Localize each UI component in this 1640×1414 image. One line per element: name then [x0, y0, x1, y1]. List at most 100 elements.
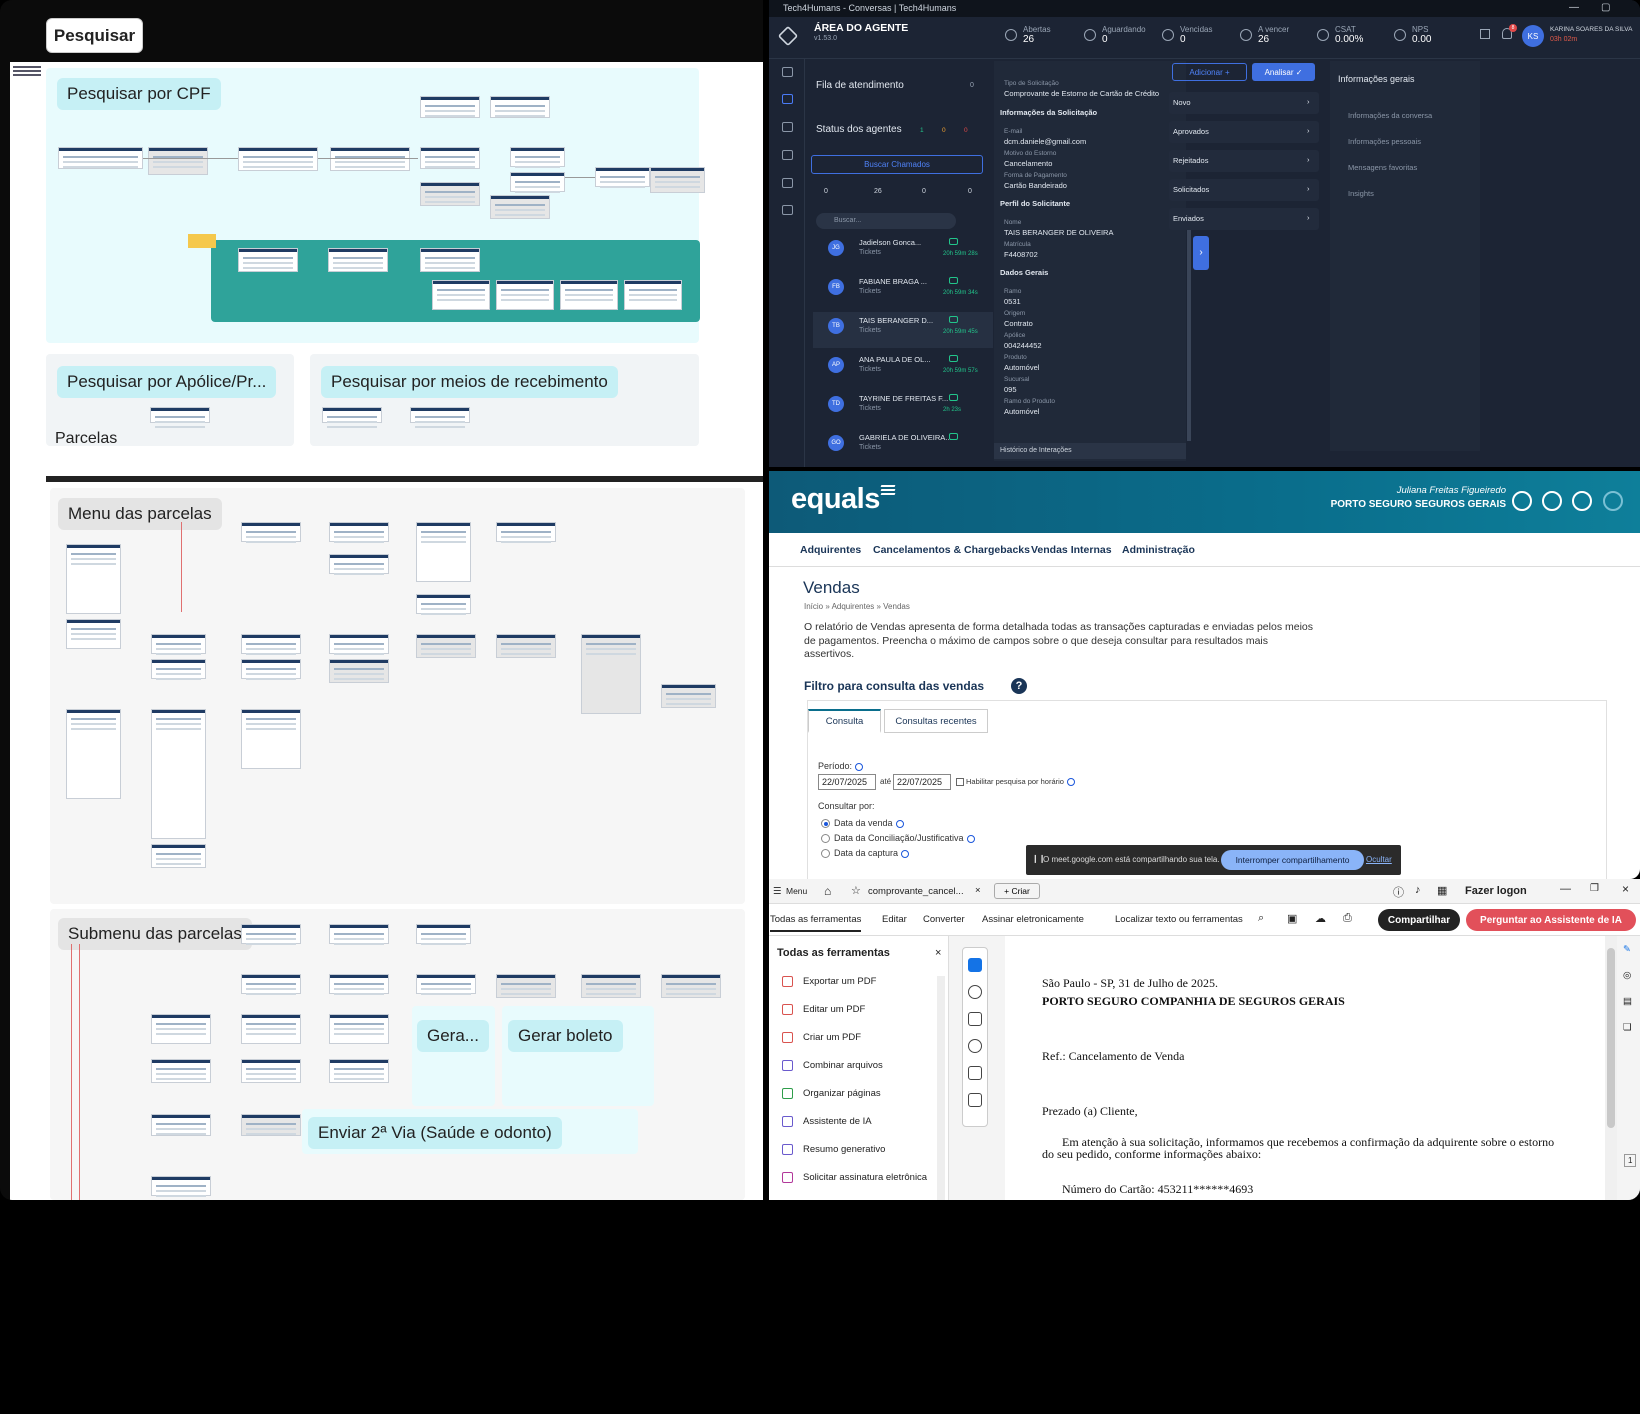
- search-icon[interactable]: ⌕: [1258, 912, 1264, 925]
- flow-screen[interactable]: [151, 1059, 211, 1083]
- flow-screen[interactable]: [420, 248, 480, 272]
- buscar-chamados-button[interactable]: Buscar Chamados: [811, 155, 983, 174]
- apps-icon[interactable]: ▦: [1437, 884, 1447, 897]
- inbox-icon[interactable]: [782, 122, 793, 132]
- whiteboard-lower[interactable]: Menu das parcelas Submenu das parcelas G…: [46, 484, 763, 1200]
- bookmark-icon[interactable]: [782, 205, 793, 215]
- info-item-pessoais[interactable]: Informações pessoais: [1348, 137, 1421, 146]
- ai-assistant-button[interactable]: Perguntar ao Assistente de IA: [1466, 909, 1636, 931]
- radio-data-venda[interactable]: [821, 819, 830, 828]
- home-icon[interactable]: [782, 67, 793, 77]
- flow-screen[interactable]: [241, 659, 301, 679]
- edit-icon[interactable]: ✎: [1623, 944, 1631, 955]
- label-pesquisar-meios[interactable]: Pesquisar por meios de recebimento: [321, 366, 618, 398]
- print-icon[interactable]: ⎙: [1343, 912, 1352, 925]
- find-tools-input[interactable]: Localizar texto ou ferramentas: [1115, 914, 1243, 925]
- info-icon[interactable]: [855, 762, 864, 771]
- minimize-icon[interactable]: —: [1560, 883, 1571, 895]
- help-icon[interactable]: ?: [1011, 678, 1027, 694]
- flow-screen[interactable]: [241, 1059, 301, 1083]
- flow-screen[interactable]: [238, 147, 318, 171]
- restore-icon[interactable]: ▢: [1601, 2, 1610, 13]
- hide-share-link[interactable]: Ocultar: [1366, 855, 1392, 864]
- tool-item[interactable]: Resumo generativo: [782, 1144, 885, 1155]
- login-button[interactable]: Fazer logon: [1465, 885, 1527, 897]
- menu-button[interactable]: Menu: [786, 886, 807, 896]
- flow-screen[interactable]: [496, 974, 556, 998]
- info-icon[interactable]: [966, 834, 975, 843]
- flow-screen[interactable]: [151, 709, 206, 839]
- flow-screen[interactable]: [241, 1114, 301, 1136]
- tab-consultas-recentes[interactable]: Consultas recentes: [884, 709, 988, 733]
- tab-todas-ferramentas[interactable]: Todas as ferramentas: [770, 914, 862, 932]
- hamburger-icon[interactable]: ☰: [773, 886, 782, 897]
- equals-logo[interactable]: equals: [791, 483, 880, 516]
- flow-screen[interactable]: [322, 407, 382, 423]
- contacts-icon[interactable]: [782, 150, 793, 160]
- flow-screen[interactable]: [416, 924, 471, 944]
- label-enviar-2via[interactable]: Enviar 2ª Via (Saúde e odonto): [308, 1117, 562, 1149]
- flow-screen[interactable]: [490, 195, 550, 219]
- help-icon[interactable]: ⓘ: [1393, 884, 1404, 900]
- flow-screen[interactable]: [329, 1059, 389, 1083]
- dados-heading[interactable]: Dados Gerais: [1000, 268, 1048, 277]
- flow-screen[interactable]: [151, 1176, 211, 1196]
- tool-item[interactable]: Organizar páginas: [782, 1088, 881, 1099]
- tab-converter[interactable]: Converter: [923, 914, 965, 925]
- store-icon[interactable]: [1572, 491, 1592, 511]
- close-tab-icon[interactable]: ×: [975, 885, 981, 896]
- info-item-favoritas[interactable]: Mensagens favoritas: [1348, 163, 1417, 172]
- label-pesquisar-cpf[interactable]: Pesquisar por CPF: [57, 78, 221, 110]
- flow-screen[interactable]: [490, 96, 550, 118]
- label-gerar-boleto[interactable]: Gerar boleto: [508, 1020, 623, 1052]
- date-from-input[interactable]: [818, 774, 876, 790]
- details-scrollbar[interactable]: [1187, 221, 1191, 441]
- flow-screen[interactable]: [58, 147, 143, 169]
- flow-screen[interactable]: [241, 634, 301, 654]
- flow-screen[interactable]: [420, 182, 480, 206]
- tool-item[interactable]: Editar um PDF: [782, 1004, 865, 1015]
- page-scrollbar[interactable]: [1605, 936, 1617, 1200]
- tool-item[interactable]: Solicitar assinatura eletrônica: [782, 1172, 927, 1183]
- flow-screen[interactable]: [581, 634, 641, 714]
- user-avatar[interactable]: KS: [1522, 25, 1544, 47]
- label-menu-parcelas[interactable]: Menu das parcelas: [58, 498, 222, 530]
- adicionar-button[interactable]: Adicionar +: [1172, 63, 1247, 81]
- upload-icon[interactable]: ☁: [1315, 912, 1326, 925]
- info-icon[interactable]: [901, 849, 910, 858]
- tool-item[interactable]: Criar um PDF: [782, 1032, 861, 1043]
- label-gera[interactable]: Gera...: [417, 1020, 489, 1052]
- tool-item[interactable]: Assistente de IA: [782, 1116, 872, 1127]
- flow-screen[interactable]: [241, 924, 301, 944]
- nav-adquirentes[interactable]: Adquirentes: [800, 544, 861, 556]
- flow-screen[interactable]: [661, 684, 716, 708]
- pen-icon[interactable]: [968, 1012, 982, 1026]
- flow-screen[interactable]: [496, 522, 556, 542]
- flow-screen[interactable]: [241, 1014, 301, 1044]
- conversation-search[interactable]: Buscar...: [816, 213, 956, 229]
- flow-screen[interactable]: [148, 147, 208, 175]
- radio-data-conciliacao[interactable]: [821, 834, 830, 843]
- flow-screen[interactable]: [241, 974, 301, 994]
- flow-screen[interactable]: [151, 634, 206, 654]
- flow-screen[interactable]: [510, 172, 565, 192]
- info-icon[interactable]: [1066, 778, 1075, 787]
- close-window-icon[interactable]: ×: [1622, 882, 1629, 896]
- stop-sharing-button[interactable]: Interromper compartilhamento: [1221, 850, 1364, 870]
- flow-screen[interactable]: [416, 522, 471, 582]
- tab-assinar[interactable]: Assinar eletronicamente: [982, 914, 1084, 925]
- flow-screen[interactable]: [510, 147, 565, 167]
- flow-screen[interactable]: [420, 96, 480, 118]
- flow-screen[interactable]: [416, 634, 476, 658]
- info-item-insights[interactable]: Insights: [1348, 189, 1374, 198]
- date-to-input[interactable]: [893, 774, 951, 790]
- flow-screen[interactable]: [329, 1014, 389, 1044]
- minimize-icon[interactable]: —: [1569, 2, 1579, 13]
- flow-screen[interactable]: [66, 544, 121, 614]
- fullscreen-icon[interactable]: [1480, 29, 1490, 39]
- home-icon[interactable]: ⌂: [824, 884, 831, 898]
- flow-screen[interactable]: [329, 634, 389, 654]
- category-row[interactable]: Rejeitados ›: [1169, 150, 1319, 172]
- flow-screen[interactable]: [151, 659, 206, 679]
- info-icon[interactable]: [895, 819, 904, 828]
